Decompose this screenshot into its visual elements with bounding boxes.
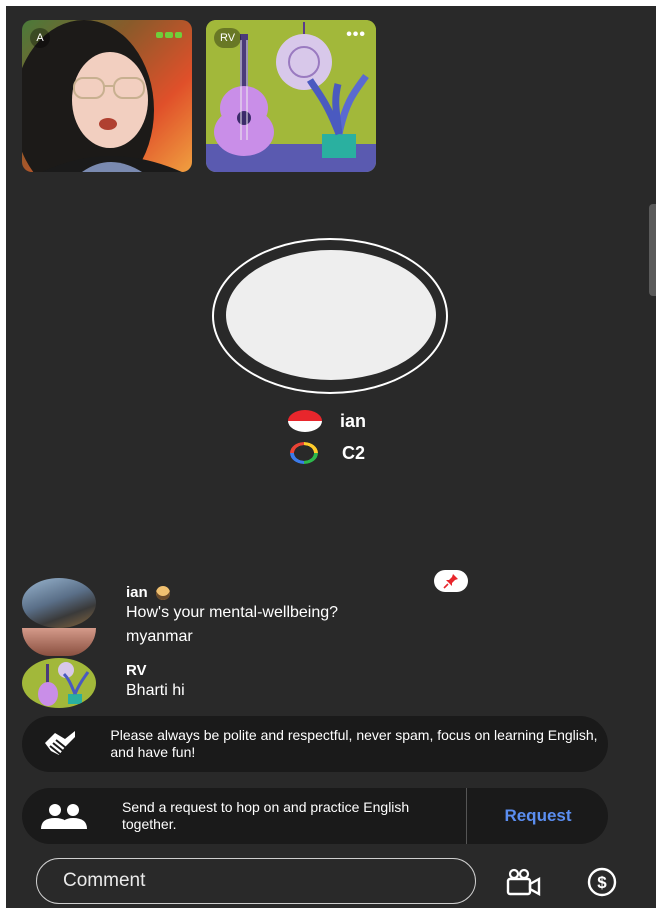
more-options-icon[interactable]: ••• [346,27,366,43]
pin-icon[interactable] [434,570,468,592]
scroll-handle[interactable] [649,204,656,296]
rules-banner: Please always be polite and respectful, … [22,716,608,772]
participant-badge: RV [214,28,242,48]
comment-input[interactable] [36,858,476,904]
chat-message-text: How's your mental-wellbeing? [126,604,339,621]
svg-text:$: $ [597,873,607,892]
chat-avatar-ian[interactable] [22,578,96,628]
host-level-row: C2 [290,440,365,466]
avatar-emoji-icon [155,585,170,600]
level-ring-icon [290,442,318,464]
audio-level-icon [156,32,182,38]
chat-message-text: myanmar [126,628,193,645]
room-screen: A RV ••• ian C2 ian How's your mental-we… [6,6,656,908]
video-camera-icon[interactable] [504,866,544,898]
request-button[interactable]: Request [468,788,608,844]
people-icon [36,803,92,829]
rv-avatar-picture [38,662,90,706]
chat-sender: ian [126,584,148,601]
rules-text: Please always be polite and respectful, … [110,727,598,760]
chat-sender: RV [126,662,147,679]
participant-tile-rv[interactable]: RV ••• [206,20,376,172]
request-banner: Send a request to hop on and practice En… [22,788,608,844]
host-name-row: ian [288,408,366,434]
chat-avatar-a[interactable] [22,628,96,656]
chat-avatar-rv[interactable] [22,658,96,708]
host-level: C2 [342,442,366,463]
pin-glyph [443,574,458,589]
request-text: Send a request to hop on and practice En… [122,799,410,832]
handshake-icon [36,729,84,759]
host-name: ian [340,410,367,431]
dollar-coin-icon[interactable]: $ [582,866,622,898]
host-avatar[interactable] [226,250,436,380]
chat-message-text: Bharti hi [126,682,185,699]
indonesia-flag-icon [288,410,322,432]
divider [466,788,467,844]
chat-message-name: ian [126,584,170,601]
participant-badge: A [30,28,50,48]
participant-tile-a[interactable]: A [22,20,192,172]
